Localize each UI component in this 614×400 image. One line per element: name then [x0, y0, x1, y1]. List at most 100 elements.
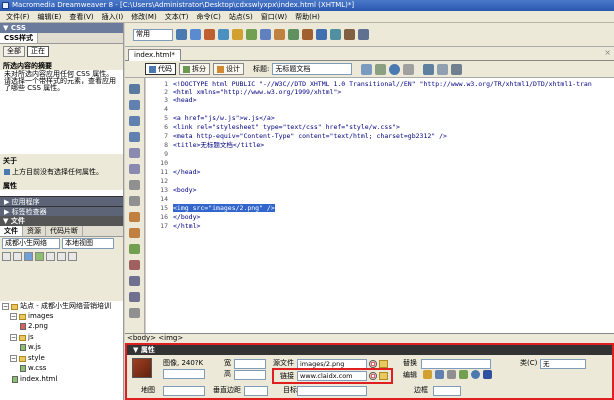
code-line[interactable]: <a href="js/w.js">w.js</a> — [173, 114, 275, 122]
site-dropdown[interactable]: 成都小生网络 — [2, 238, 60, 249]
tab-snippets[interactable]: 代码片断 — [46, 226, 83, 236]
head-icon[interactable] — [316, 29, 327, 40]
border-field[interactable] — [433, 386, 461, 396]
menu-help[interactable]: 帮助(H) — [292, 11, 323, 23]
server-include-icon[interactable] — [288, 29, 299, 40]
vspace-field[interactable] — [244, 386, 268, 396]
properties-header[interactable]: ▼ 属性 — [127, 345, 612, 355]
width-field[interactable] — [234, 359, 266, 369]
menu-modify[interactable]: 修改(M) — [128, 11, 160, 23]
menu-insert[interactable]: 插入(I) — [99, 11, 127, 23]
template-icon[interactable] — [344, 29, 355, 40]
view-options-icon[interactable] — [437, 63, 449, 75]
link-browse-folder-icon[interactable] — [379, 372, 388, 380]
layer-icon[interactable] — [232, 29, 243, 40]
put-files-icon[interactable] — [35, 252, 44, 261]
tag-inspector-panel-header[interactable]: ▶ 标签检查器 — [0, 206, 123, 216]
balance-braces-icon[interactable] — [129, 164, 140, 174]
date-icon[interactable] — [274, 29, 285, 40]
script-icon[interactable] — [330, 29, 341, 40]
tree-item[interactable]: − 站点 - 成都小生网络营销培训 — [2, 302, 111, 311]
tree-item[interactable]: − images — [10, 312, 53, 321]
check-out-icon[interactable] — [46, 252, 55, 261]
menu-window[interactable]: 窗口(W) — [258, 11, 290, 23]
expand-icon[interactable] — [68, 252, 77, 261]
code-line[interactable]: <!DOCTYPE html PUBLIC "-//W3C//DTD XHTML… — [173, 80, 592, 88]
height-field[interactable] — [234, 370, 266, 380]
check-compat-icon[interactable] — [403, 63, 415, 75]
code-editor[interactable]: 1 2 3 4 5 6 7 8 9 10 11 12 13 14 15 16 1… — [146, 78, 614, 333]
expand-all-icon[interactable] — [129, 132, 140, 142]
collapse-icon[interactable]: − — [10, 355, 17, 362]
code-line[interactable]: <html xmlns="http://www.w3.org/1999/xhtm… — [173, 88, 341, 96]
code-line[interactable]: <head> — [173, 96, 196, 104]
hyperlink-icon[interactable] — [176, 29, 187, 40]
highlight-invalid-icon[interactable] — [129, 196, 140, 206]
edit-image-icon[interactable] — [423, 370, 432, 379]
menu-site[interactable]: 站点(S) — [226, 11, 256, 23]
file-management-icon[interactable] — [361, 63, 373, 75]
crop-icon[interactable] — [447, 370, 456, 379]
wrap-tag-icon[interactable] — [129, 244, 140, 254]
link-point-to-file-icon[interactable] — [369, 372, 377, 380]
tab-index-html[interactable]: index.html* — [128, 49, 181, 61]
css-panel-header[interactable]: ▼ CSS — [0, 23, 123, 33]
design-view-button[interactable]: 设计 — [213, 63, 244, 75]
outdent-icon[interactable] — [129, 292, 140, 302]
collapse-selection-icon[interactable] — [129, 116, 140, 126]
comment-icon[interactable] — [302, 29, 313, 40]
code-line[interactable]: </html> — [173, 222, 200, 230]
tree-item[interactable]: 2.png — [20, 322, 48, 331]
tree-item[interactable]: − js — [10, 333, 34, 342]
tree-item[interactable]: w.js — [20, 343, 41, 352]
point-to-file-icon[interactable] — [369, 360, 377, 368]
refresh-icon[interactable] — [13, 252, 22, 261]
code-line[interactable]: <link rel="stylesheet" type="text/css" h… — [173, 123, 400, 131]
media-icon[interactable] — [260, 29, 271, 40]
recent-snippets-icon[interactable] — [129, 260, 140, 270]
files-panel-header[interactable]: ▼ 文件 — [0, 216, 123, 226]
image-icon[interactable] — [246, 29, 257, 40]
resample-icon[interactable] — [459, 370, 468, 379]
brightness-icon[interactable] — [471, 370, 480, 379]
visual-aids-icon[interactable] — [451, 63, 463, 75]
optimize-icon[interactable] — [435, 370, 444, 379]
connect-icon[interactable] — [2, 252, 11, 261]
tag-chooser-icon[interactable] — [358, 29, 369, 40]
code-line[interactable]: </body> — [173, 213, 200, 221]
code-line[interactable]: <title>无标题文档</title> — [173, 141, 264, 149]
tab-files[interactable]: 文件 — [0, 226, 23, 236]
view-dropdown[interactable]: 本地视图 — [62, 238, 114, 249]
tag-selector[interactable]: <body> <img> — [125, 333, 614, 343]
named-anchor-icon[interactable] — [204, 29, 215, 40]
menu-edit[interactable]: 编辑(E) — [35, 11, 65, 23]
code-line[interactable]: <meta http-equiv="Content-Type" content=… — [173, 132, 447, 140]
application-panel-header[interactable]: ▶ 应用程序 — [0, 196, 123, 206]
apply-comment-icon[interactable] — [129, 212, 140, 222]
collapse-icon[interactable]: − — [10, 334, 17, 341]
doc-title-input[interactable] — [272, 63, 353, 75]
css-all-button[interactable]: 全部 — [3, 46, 25, 57]
class-dropdown[interactable]: 无 — [540, 359, 586, 369]
preview-browser-icon[interactable] — [375, 63, 387, 75]
tab-css-styles[interactable]: CSS样式 — [0, 33, 39, 43]
target-field[interactable] — [297, 386, 367, 396]
alt-field[interactable] — [421, 359, 491, 369]
refresh-design-icon[interactable] — [423, 63, 435, 75]
map-field[interactable] — [163, 386, 205, 396]
insert-category-dropdown[interactable]: 常用 — [133, 28, 173, 41]
globe-icon[interactable] — [389, 63, 401, 75]
menu-text[interactable]: 文本(T) — [162, 11, 192, 23]
css-current-button[interactable]: 正在 — [27, 46, 49, 57]
indent-icon[interactable] — [129, 276, 140, 286]
select-parent-tag-icon[interactable] — [129, 148, 140, 158]
browse-folder-icon[interactable] — [379, 360, 388, 368]
collapse-icon[interactable]: − — [10, 313, 17, 320]
check-in-icon[interactable] — [57, 252, 66, 261]
code-line-selected[interactable]: <img src="images/2.png" /> — [173, 204, 275, 212]
email-link-icon[interactable] — [190, 29, 201, 40]
menu-commands[interactable]: 命令(C) — [193, 11, 223, 23]
code-line[interactable]: <body> — [173, 186, 196, 194]
open-documents-icon[interactable] — [129, 84, 140, 94]
table-icon[interactable] — [218, 29, 229, 40]
